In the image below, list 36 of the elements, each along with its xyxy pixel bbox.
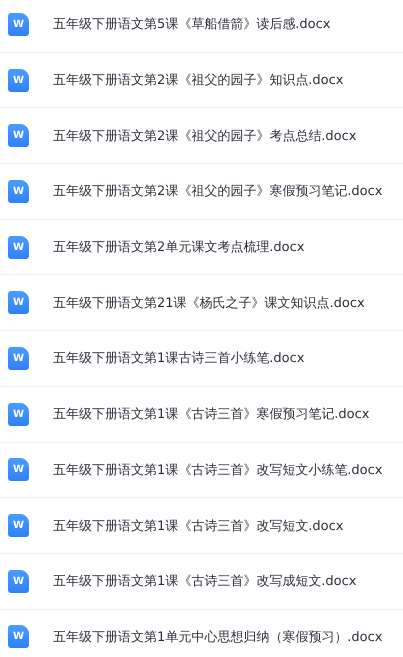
file-row[interactable]: W 五年级下册语文第1课《古诗三首》改写短文.docx [0,497,403,553]
document-icon: W [8,291,29,314]
document-icon: W [8,514,29,538]
file-name: 五年级下册语文第21课《杨氏之子》课文知识点.docx [53,294,365,312]
file-row[interactable]: W 五年级下册语文第1课《古诗三首》改写短文小练笔.docx [0,442,403,498]
file-name: 五年级下册语文第2课《祖父的园子》考点总结.docx [53,128,356,145]
file-name: 五年级下册语文第2课《祖父的园子》知识点.docx [53,72,344,90]
document-icon: W [8,124,29,148]
file-row[interactable]: W 五年级下册语文第1单元中心思想归纳（寒假预习）.docx [0,608,403,657]
file-name: 五年级下册语文第2单元课文考点梳理.docx [53,239,304,256]
file-row[interactable]: W 五年级下册语文第5课《草船借箭》读后感.docx [0,0,403,52]
file-row[interactable]: W 五年级下册语文第2课《祖父的园子》寒假预习笔记.docx [0,163,403,219]
file-row[interactable]: W 五年级下册语文第1课《古诗三首》寒假预习笔记.docx [0,386,403,442]
document-icon: W [8,12,29,36]
document-icon: W [8,236,29,259]
document-icon: W [8,68,29,92]
file-name: 五年级下册语文第5课《草船借箭》读后感.docx [53,16,330,34]
document-icon: W [8,346,29,370]
file-name: 五年级下册语文第1课《古诗三首》寒假预习笔记.docx [53,406,370,424]
file-name: 五年级下册语文第1单元中心思想归纳（寒假预习）.docx [53,628,382,646]
file-name: 五年级下册语文第2课《祖父的园子》寒假预习笔记.docx [53,183,382,200]
file-name: 五年级下册语文第1课《古诗三首》改写成短文.docx [53,573,356,590]
document-icon: W [8,570,29,593]
file-row[interactable]: W 五年级下册语文第2课《祖父的园子》知识点.docx [0,52,403,108]
file-row[interactable]: W 五年级下册语文第1课古诗三首小练笔.docx [0,330,403,386]
file-row[interactable]: W 五年级下册语文第21课《杨氏之子》课文知识点.docx [0,274,403,330]
document-icon: W [8,180,29,203]
document-icon: W [8,625,29,648]
file-row[interactable]: W 五年级下册语文第1课《古诗三首》改写成短文.docx [0,552,403,609]
file-name: 五年级下册语文第1课古诗三首小练笔.docx [53,350,304,368]
file-row[interactable]: W 五年级下册语文第2单元课文考点梳理.docx [0,218,403,274]
file-name: 五年级下册语文第1课《古诗三首》改写短文.docx [53,518,344,535]
file-row[interactable]: W 五年级下册语文第2课《祖父的园子》考点总结.docx [0,107,403,164]
file-name: 五年级下册语文第1课《古诗三首》改写短文小练笔.docx [53,462,382,479]
document-icon: W [8,402,29,426]
document-icon: W [8,458,29,482]
